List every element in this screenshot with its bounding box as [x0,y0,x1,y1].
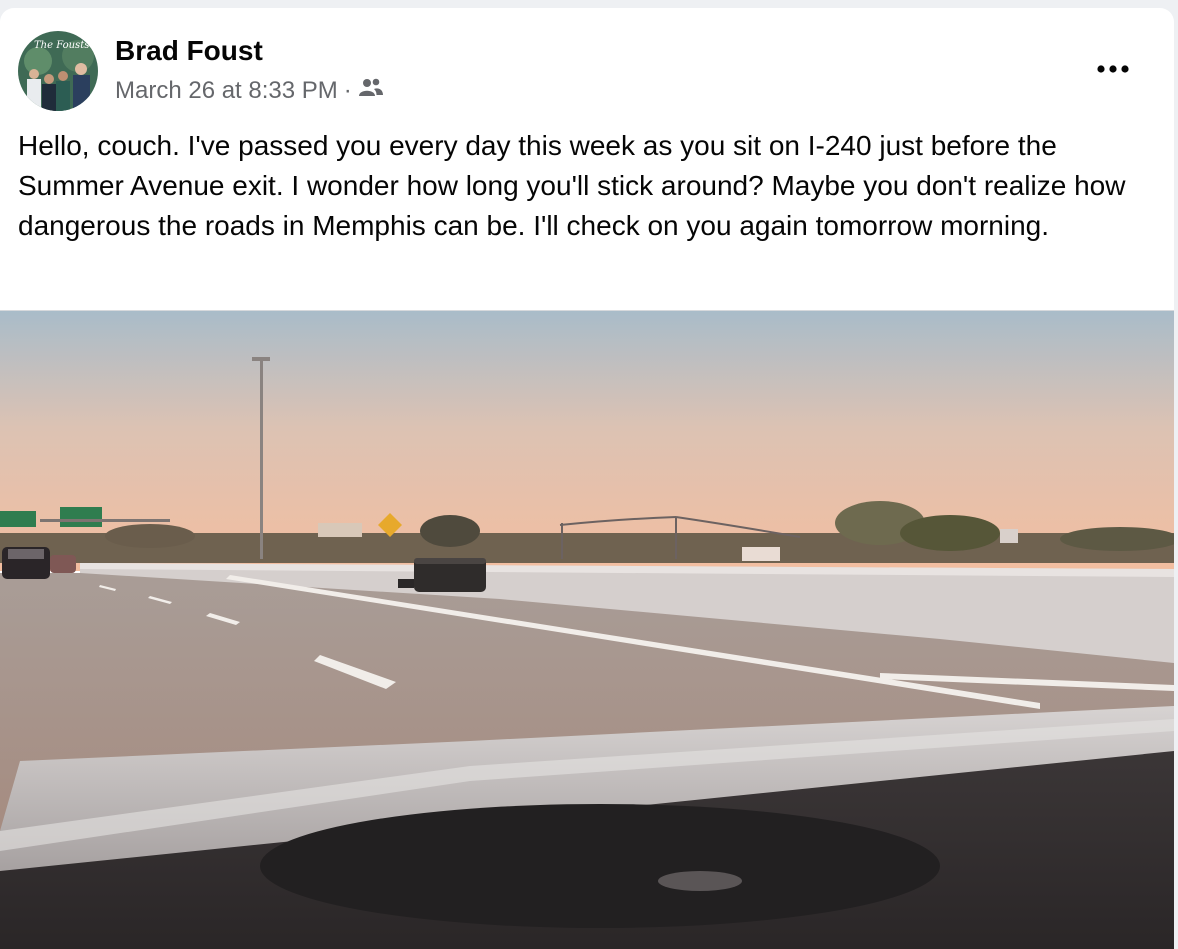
post-photo[interactable] [0,310,1174,949]
highway-photo [0,311,1174,949]
more-options-icon[interactable] [1090,54,1136,84]
post-card: The Fousts Brad Foust March 26 at 8:33 P… [0,8,1174,949]
meta-separator: · [343,76,352,104]
avatar[interactable]: The Fousts [18,31,98,111]
post-meta: March 26 at 8:33 PM · [115,76,384,105]
avatar-photo: The Fousts [18,31,98,111]
post-message: Hello, couch. I've passed you every day … [18,130,1126,241]
dash-speaker-grille [260,804,940,928]
light-pole [260,359,263,559]
dash-sensor [658,871,742,891]
friends-icon[interactable] [358,76,384,105]
author-name[interactable]: Brad Foust [115,35,263,67]
post-timestamp[interactable]: March 26 at 8:33 PM [115,77,338,105]
avatar-signature: The Fousts [34,40,89,51]
